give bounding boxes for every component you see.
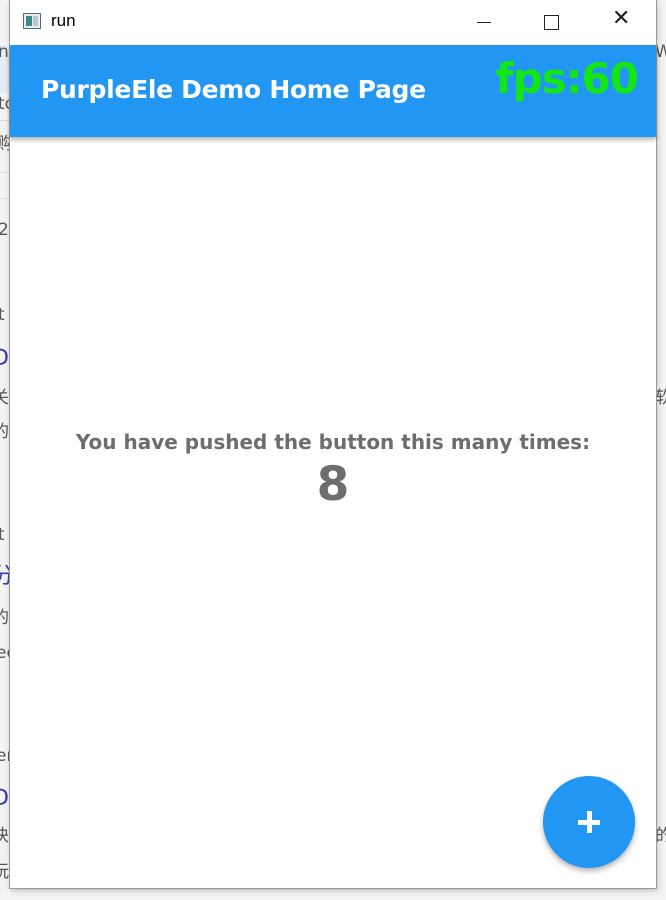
- background-fragment: 的: [0, 422, 9, 442]
- fps-counter: fps:60: [495, 54, 639, 103]
- minimize-icon: [477, 22, 491, 23]
- increment-button[interactable]: [543, 776, 635, 868]
- page-title: PurpleEle Demo Home Page: [41, 75, 426, 104]
- background-fragment: 软: [655, 388, 666, 408]
- maximize-button[interactable]: [528, 0, 574, 45]
- background-fragment: 2: [0, 220, 9, 240]
- app-window: run ✕ PurpleEle Demo Home Page fps:60 Yo…: [10, 0, 656, 888]
- background-fragment: D: [0, 786, 9, 811]
- window-titlebar[interactable]: run ✕: [10, 0, 656, 45]
- counter-label: You have pushed the button this many tim…: [75, 430, 591, 454]
- background-fragment: 的: [655, 826, 666, 846]
- app-bar: PurpleEle Demo Home Page fps:60: [10, 45, 656, 137]
- background-fragment: 的: [0, 608, 9, 628]
- background-fragment: W: [655, 42, 666, 62]
- maximize-icon: [544, 15, 559, 30]
- app-window-icon: [23, 13, 41, 29]
- background-fragment: t: [0, 305, 5, 325]
- background-fragment: t: [0, 525, 5, 545]
- main-content: You have pushed the button this many tim…: [10, 137, 656, 888]
- background-fragment: 玩: [0, 862, 9, 882]
- close-icon: ✕: [612, 6, 631, 31]
- background-fragment: 块: [0, 826, 9, 846]
- close-button[interactable]: ✕: [598, 0, 644, 45]
- background-fragment: 关: [0, 388, 9, 408]
- minimize-button[interactable]: [460, 0, 506, 45]
- background-divider: [0, 172, 10, 173]
- background-divider: [0, 198, 10, 199]
- counter-value: 8: [316, 457, 350, 512]
- background-fragment: D: [0, 346, 9, 371]
- window-title: run: [51, 11, 76, 30]
- background-divider: [0, 120, 10, 121]
